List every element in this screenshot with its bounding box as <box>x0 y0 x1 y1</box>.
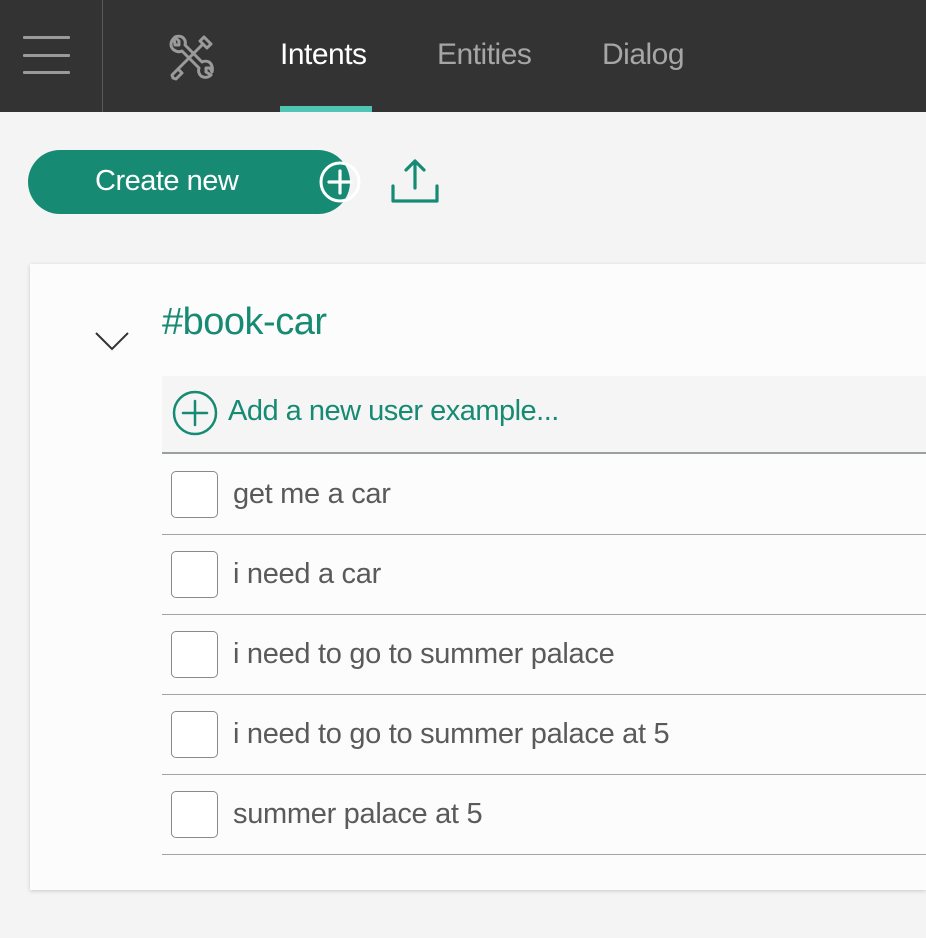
create-new-button[interactable]: Create new <box>28 150 361 214</box>
list-item: i need to go to summer palace at 5 <box>162 695 926 775</box>
intent-card: #book-car Add a new user example... get … <box>30 264 926 890</box>
tab-entities[interactable]: Entities <box>437 38 532 112</box>
plus-circle-icon <box>319 161 361 203</box>
example-text[interactable]: summer palace at 5 <box>233 798 483 831</box>
tab-dialog[interactable]: Dialog <box>602 38 685 112</box>
example-text[interactable]: i need a car <box>233 558 381 591</box>
example-checkbox[interactable] <box>171 711 218 758</box>
example-text[interactable]: i need to go to summer palace <box>233 638 615 671</box>
menu-line <box>23 71 70 74</box>
menu-line <box>23 54 70 57</box>
add-user-example-input[interactable]: Add a new user example... <box>228 395 559 428</box>
plus-circle-icon <box>172 390 218 436</box>
hamburger-menu-button[interactable] <box>0 0 103 112</box>
upload-icon[interactable] <box>390 158 440 206</box>
add-user-example-row[interactable]: Add a new user example... <box>162 376 926 454</box>
intent-name[interactable]: #book-car <box>162 301 327 344</box>
chevron-down-icon[interactable] <box>94 330 130 352</box>
user-examples-list: get me a car i need a car i need to go t… <box>162 455 926 855</box>
wrench-screwdriver-icon[interactable] <box>166 32 216 82</box>
list-item: i need a car <box>162 535 926 615</box>
create-new-label: Create new <box>95 165 239 197</box>
active-tab-indicator <box>280 106 372 112</box>
example-checkbox[interactable] <box>171 551 218 598</box>
list-item: get me a car <box>162 455 926 535</box>
example-checkbox[interactable] <box>171 471 218 518</box>
top-navigation-bar: Intents Entities Dialog <box>0 0 926 112</box>
example-text[interactable]: i need to go to summer palace at 5 <box>233 718 670 751</box>
tab-intents[interactable]: Intents <box>280 38 367 112</box>
menu-line <box>23 36 70 39</box>
list-item: i need to go to summer palace <box>162 615 926 695</box>
example-checkbox[interactable] <box>171 791 218 838</box>
example-text[interactable]: get me a car <box>233 478 391 511</box>
list-item: summer palace at 5 <box>162 775 926 855</box>
example-checkbox[interactable] <box>171 631 218 678</box>
